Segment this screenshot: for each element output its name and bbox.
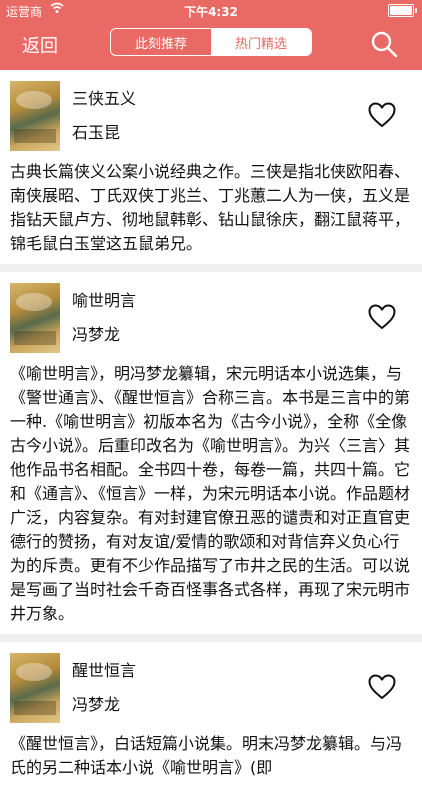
book-description: 《醒世恒言》，白话短篇小说集。明末冯梦龙纂辑。与冯氏的另二种话本小说《喻世明言》… xyxy=(10,734,403,777)
book-description: 古典长篇侠义公案小说经典之作。三侠是指北侠欧阳春、南侠展昭、丁氏双侠丁兆兰、丁兆… xyxy=(10,162,411,253)
heart-icon[interactable] xyxy=(368,304,396,330)
tab-recommended[interactable]: 此刻推荐 xyxy=(111,29,211,55)
book-title: 醒世恒言 xyxy=(72,661,137,680)
section-divider xyxy=(0,634,422,642)
book-item[interactable]: 醒世恒言 冯梦龙 《醒世恒言》，白话短篇小说集。明末冯梦龙纂辑。与冯氏的另二种话… xyxy=(0,642,422,788)
book-author: 石玉昆 xyxy=(72,123,121,142)
book-item[interactable]: 喻世明言 冯梦龙 《喻世明言》，明冯梦龙纂辑，宋元明话本小说选集，与《警世通言》… xyxy=(0,272,422,634)
book-header: 醒世恒言 冯梦龙 xyxy=(0,642,422,726)
search-icon[interactable] xyxy=(370,30,398,58)
book-list: 三侠五义 石玉昆 古典长篇侠义公案小说经典之作。三侠是指北侠欧阳春、南侠展昭、丁… xyxy=(0,70,422,777)
back-button[interactable]: 返回 xyxy=(22,32,58,58)
book-meta: 三侠五义 石玉昆 xyxy=(72,85,136,147)
book-title: 三侠五义 xyxy=(72,89,137,108)
nav-bar: 返回 此刻推荐 热门精选 xyxy=(0,20,422,70)
section-divider xyxy=(0,264,422,272)
book-cover-image xyxy=(10,283,60,353)
battery-icon xyxy=(388,4,417,17)
book-title: 喻世明言 xyxy=(72,291,137,310)
heart-icon[interactable] xyxy=(368,102,396,128)
status-bar: 运营商 下午4:32 xyxy=(0,0,422,20)
book-description: 《喻世明言》，明冯梦龙纂辑，宋元明话本小说选集，与《警世通言》、《醒世恒言》合称… xyxy=(10,364,411,623)
book-author: 冯梦龙 xyxy=(72,325,121,344)
tab-featured[interactable]: 热门精选 xyxy=(211,29,311,55)
book-meta: 醒世恒言 冯梦龙 xyxy=(72,657,136,719)
segmented-control: 此刻推荐 热门精选 xyxy=(110,28,312,56)
status-time: 下午4:32 xyxy=(184,5,238,19)
top-bar: 运营商 下午4:32 返回 此刻推荐 热门精选 xyxy=(0,0,422,70)
book-item[interactable]: 三侠五义 石玉昆 古典长篇侠义公案小说经典之作。三侠是指北侠欧阳春、南侠展昭、丁… xyxy=(0,70,422,264)
book-cover-image xyxy=(10,81,60,151)
book-meta: 喻世明言 冯梦龙 xyxy=(72,287,136,349)
book-cover-image xyxy=(10,653,60,723)
heart-icon[interactable] xyxy=(368,674,396,700)
book-header: 喻世明言 冯梦龙 xyxy=(0,272,422,356)
book-header: 三侠五义 石玉昆 xyxy=(0,70,422,154)
book-author: 冯梦龙 xyxy=(72,695,121,714)
